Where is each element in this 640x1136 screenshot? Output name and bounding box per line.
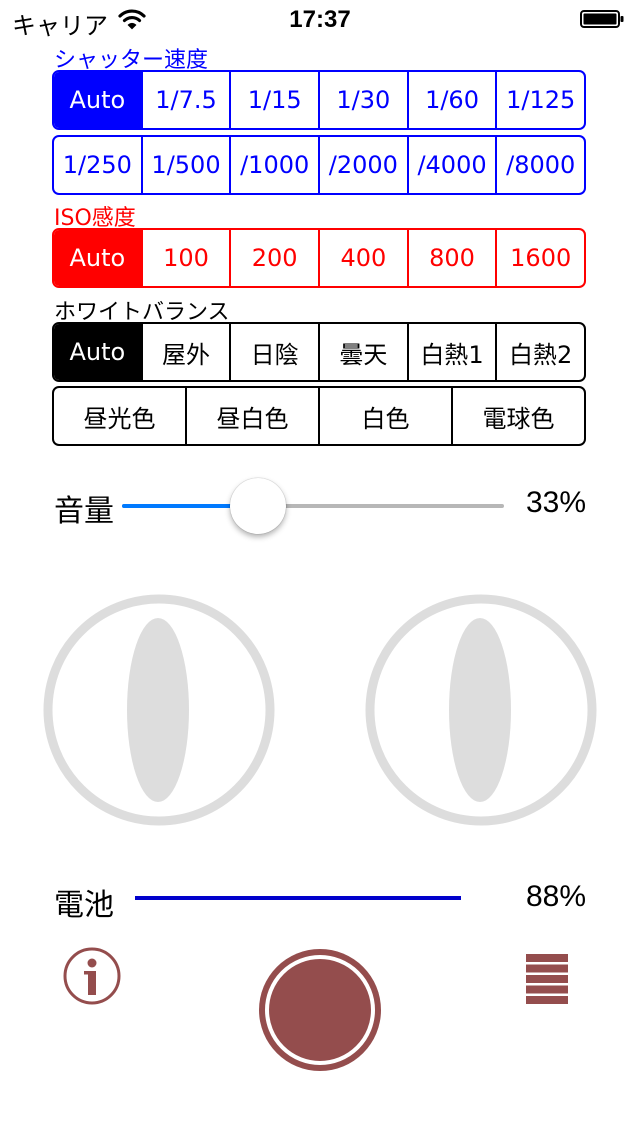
battery-label: 電池 bbox=[54, 888, 114, 923]
iso-option-100[interactable]: 100 bbox=[140, 230, 230, 286]
iso-option-400[interactable]: 400 bbox=[318, 230, 407, 286]
status-time: 17:37 bbox=[289, 6, 351, 33]
wb-option-daywhite[interactable]: 昼白色 bbox=[185, 388, 318, 444]
white-balance-row-2: 昼光色 昼白色 白色 電球色 bbox=[52, 386, 586, 446]
shutter-option-1-250[interactable]: 1/250 bbox=[54, 137, 141, 193]
battery-value: 88% bbox=[525, 880, 586, 913]
wb-option-daylight[interactable]: 昼光色 bbox=[54, 388, 185, 444]
wb-option-auto[interactable]: Auto bbox=[54, 324, 141, 380]
shutter-speed-row-1: Auto 1/7.5 1/15 1/30 1/60 1/125 bbox=[52, 70, 586, 130]
left-joystick[interactable] bbox=[42, 593, 276, 827]
white-balance-row-1: Auto 屋外 日陰 曇天 白熱1 白熱2 bbox=[52, 322, 586, 382]
volume-slider-thumb[interactable] bbox=[229, 478, 286, 534]
iso-option-200[interactable]: 200 bbox=[229, 230, 318, 286]
wb-option-shade[interactable]: 日陰 bbox=[229, 324, 318, 380]
menu-icon[interactable] bbox=[526, 954, 568, 1004]
shutter-option-1-500[interactable]: 1/500 bbox=[140, 137, 230, 193]
shutter-option-1-1000[interactable]: /1000 bbox=[229, 137, 318, 193]
record-button[interactable] bbox=[256, 946, 384, 1074]
battery-status-icon bbox=[580, 10, 624, 28]
shutter-speed-row-2: 1/250 1/500 /1000 /2000 /4000 /8000 bbox=[52, 135, 586, 195]
left-joystick-knob[interactable] bbox=[127, 618, 189, 802]
shutter-option-1-15[interactable]: 1/15 bbox=[229, 72, 318, 128]
right-joystick-knob[interactable] bbox=[449, 618, 511, 802]
iso-option-800[interactable]: 800 bbox=[406, 230, 496, 286]
iso-option-auto[interactable]: Auto bbox=[54, 230, 141, 286]
shutter-option-1-30[interactable]: 1/30 bbox=[318, 72, 407, 128]
wb-option-outdoor[interactable]: 屋外 bbox=[140, 324, 230, 380]
volume-label: 音量 bbox=[54, 494, 114, 529]
info-icon[interactable] bbox=[62, 946, 122, 1006]
iso-row: Auto 100 200 400 800 1600 bbox=[52, 228, 586, 288]
iso-option-1600[interactable]: 1600 bbox=[495, 230, 584, 286]
shutter-option-1-2000[interactable]: /2000 bbox=[318, 137, 407, 193]
battery-level-bar bbox=[135, 896, 461, 900]
wb-option-white[interactable]: 白色 bbox=[318, 388, 451, 444]
wb-option-incandescent-1[interactable]: 白熱1 bbox=[406, 324, 496, 380]
status-bar: キャリア 17:37 bbox=[0, 0, 640, 40]
wb-option-bulb[interactable]: 電球色 bbox=[451, 388, 584, 444]
shutter-option-1-8000[interactable]: /8000 bbox=[495, 137, 584, 193]
right-joystick[interactable] bbox=[364, 593, 598, 827]
volume-value: 33% bbox=[525, 486, 586, 519]
shutter-option-1-125[interactable]: 1/125 bbox=[495, 72, 584, 128]
shutter-option-auto[interactable]: Auto bbox=[54, 72, 141, 128]
shutter-option-1-60[interactable]: 1/60 bbox=[406, 72, 496, 128]
wb-option-cloudy[interactable]: 曇天 bbox=[318, 324, 407, 380]
shutter-option-1-7.5[interactable]: 1/7.5 bbox=[140, 72, 230, 128]
shutter-option-1-4000[interactable]: /4000 bbox=[406, 137, 496, 193]
wb-option-incandescent-2[interactable]: 白熱2 bbox=[495, 324, 584, 380]
